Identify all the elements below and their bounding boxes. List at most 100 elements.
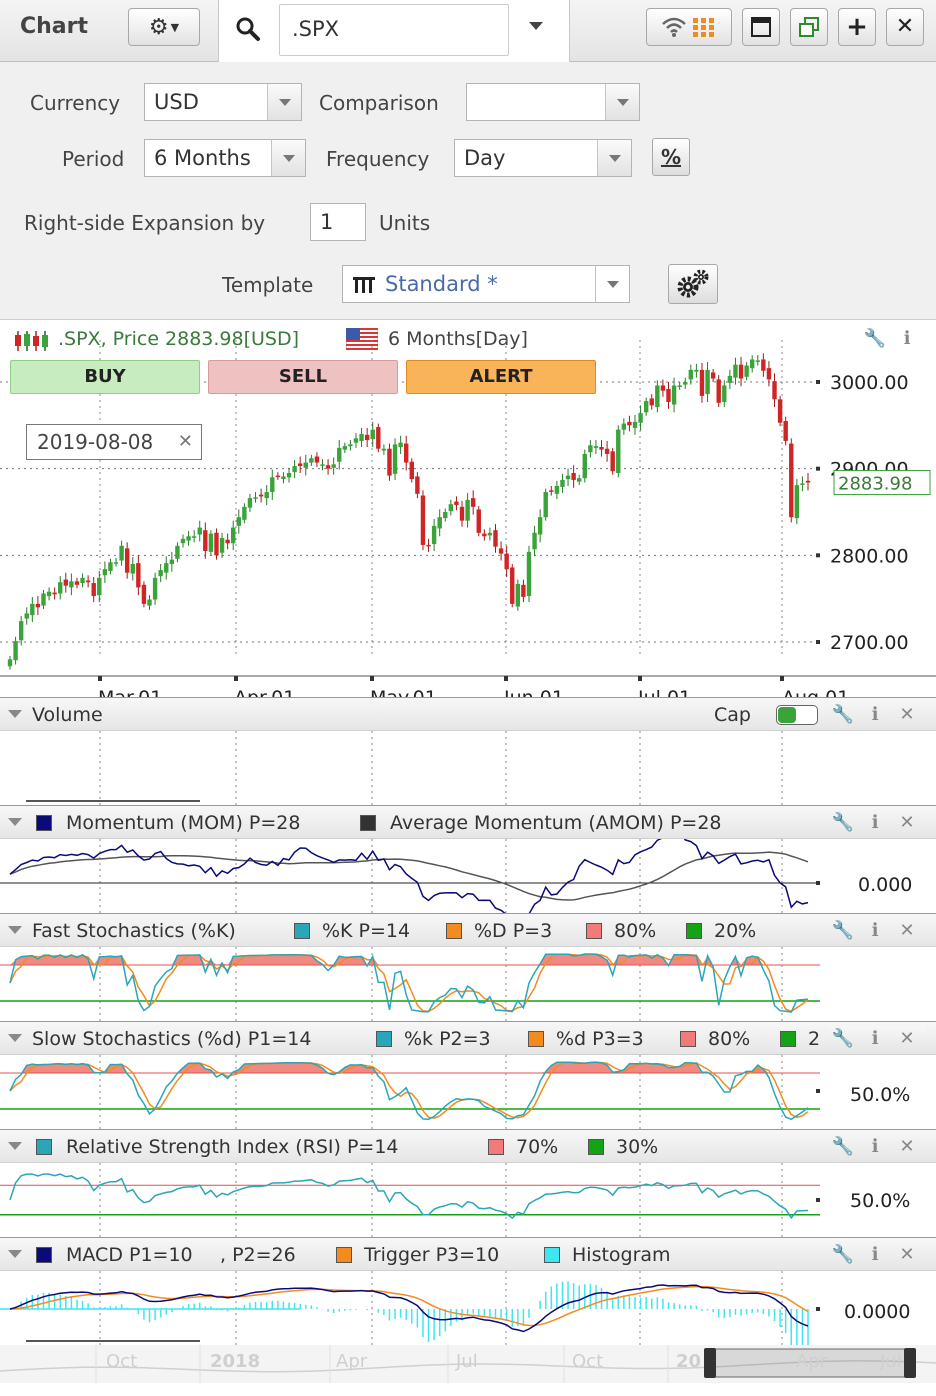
close-icon[interactable]: ✕ — [894, 918, 920, 944]
candle-body — [666, 388, 671, 402]
candle-body — [74, 581, 80, 585]
symbol-dropdown-icon[interactable] — [529, 22, 543, 30]
expansion-input[interactable]: 1 — [310, 203, 366, 241]
candle-body — [766, 368, 772, 380]
wrench-icon[interactable]: 🔧 — [830, 810, 856, 836]
wrench-icon[interactable]: 🔧 — [830, 1134, 856, 1160]
info-icon[interactable]: ℹ — [862, 1134, 888, 1160]
info-icon[interactable]: ℹ — [862, 1242, 888, 1268]
candle-body — [727, 375, 733, 383]
close-icon[interactable]: ✕ — [894, 1026, 920, 1052]
macd-trigger-label: Trigger P3=10 — [364, 1244, 500, 1266]
candle-body — [537, 517, 543, 535]
volume-chart[interactable] — [0, 731, 936, 805]
momentum-chart[interactable] — [0, 839, 936, 913]
collapse-icon[interactable] — [8, 1250, 22, 1258]
candle-body — [683, 382, 688, 385]
chevron-down-icon — [605, 84, 639, 120]
restore-window-button[interactable] — [790, 8, 828, 46]
currency-value: USD — [154, 90, 199, 114]
collapse-icon[interactable] — [8, 710, 22, 718]
navigator-label: Oct — [572, 1351, 603, 1372]
add-window-button[interactable]: + — [838, 8, 876, 46]
macd-chart[interactable] — [0, 1271, 936, 1345]
candle-body — [409, 461, 414, 480]
axis-tick — [816, 1307, 820, 1311]
close-icon[interactable]: ✕ — [178, 425, 193, 459]
candle-body — [610, 451, 615, 472]
info-icon[interactable]: ℹ — [862, 810, 888, 836]
candle-body — [303, 462, 308, 468]
info-icon[interactable]: ℹ — [862, 1026, 888, 1052]
units-label: Units — [379, 211, 431, 235]
period-select[interactable]: 6 Months — [144, 139, 306, 177]
info-icon[interactable]: ℹ — [862, 918, 888, 944]
candle-body — [80, 577, 85, 584]
close-window-button[interactable]: ✕ — [886, 8, 924, 46]
candle-body — [755, 360, 760, 362]
frequency-select[interactable]: Day — [454, 139, 632, 177]
close-icon[interactable]: ✕ — [894, 1242, 920, 1268]
navigator-handle[interactable] — [704, 1348, 716, 1378]
percent-scale-button[interactable]: % — [652, 138, 690, 176]
expansion-label: Right-side Expansion by — [24, 211, 266, 235]
close-icon[interactable]: ✕ — [894, 1134, 920, 1160]
candle-body — [699, 369, 705, 396]
template-bars-icon — [353, 277, 375, 293]
rsi-title: Relative Strength Index (RSI) P=14 — [66, 1136, 399, 1158]
candle-body — [52, 592, 57, 595]
wrench-icon[interactable]: 🔧 — [830, 1026, 856, 1052]
candle-body — [465, 499, 470, 521]
close-icon[interactable]: ✕ — [894, 702, 920, 728]
candle-body — [694, 369, 699, 372]
candle-body — [225, 539, 230, 544]
template-settings-button[interactable] — [668, 264, 718, 304]
currency-select[interactable]: USD — [144, 83, 302, 121]
gears-icon — [677, 269, 709, 298]
template-select[interactable]: Standard * — [342, 265, 630, 303]
price-axis-label: 2800.00 — [830, 545, 909, 567]
candle-body — [325, 465, 331, 469]
rsi-chart[interactable] — [0, 1163, 936, 1237]
collapse-icon[interactable] — [8, 926, 22, 934]
candle-body — [364, 434, 370, 441]
momentum-title: Momentum (MOM) P=28 — [66, 812, 301, 834]
collapse-icon[interactable] — [8, 1142, 22, 1150]
collapse-icon[interactable] — [8, 1034, 22, 1042]
candle-body — [560, 479, 565, 487]
slow-stochastics-chart[interactable] — [0, 1055, 936, 1129]
info-icon[interactable]: ℹ — [862, 702, 888, 728]
expansion-value: 1 — [320, 210, 334, 234]
candle-body — [777, 399, 783, 423]
wrench-icon[interactable]: 🔧 — [830, 1242, 856, 1268]
currency-label: Currency — [30, 91, 121, 115]
close-icon[interactable]: ✕ — [894, 810, 920, 836]
candle-body — [565, 475, 571, 480]
fast-d-label: %D P=3 — [474, 920, 553, 942]
navigator-label: Apr — [336, 1351, 368, 1372]
candle-body — [710, 372, 716, 379]
wrench-icon[interactable]: 🔧 — [830, 702, 856, 728]
fast-k-label: %K P=14 — [322, 920, 411, 942]
alert-button[interactable]: ALERT — [406, 360, 596, 394]
cap-toggle[interactable] — [776, 705, 818, 725]
minimize-window-button[interactable] — [742, 8, 780, 46]
symbol-input[interactable]: .SPX — [279, 4, 509, 56]
title-bar: Chart ⚙ ▼ .SPX + ✕ — [0, 0, 936, 62]
fast-stochastics-chart[interactable] — [0, 947, 936, 1021]
collapse-icon[interactable] — [8, 818, 22, 826]
connection-status-button[interactable] — [646, 8, 732, 46]
search-icon[interactable] — [235, 16, 261, 42]
price-tick — [816, 640, 820, 644]
settings-menu-button[interactable]: ⚙ ▼ — [128, 8, 200, 46]
candle-body — [270, 477, 275, 493]
buy-button[interactable]: BUY — [10, 360, 200, 394]
time-navigator[interactable]: Oct 2018 Apr Jul Oct 20 Apr Jul — [0, 1345, 936, 1383]
search-area: .SPX — [218, 0, 570, 62]
navigator-handle[interactable] — [904, 1348, 916, 1378]
wrench-icon[interactable]: 🔧 — [830, 918, 856, 944]
date-badge[interactable]: 2019-08-08 ✕ — [26, 424, 202, 460]
sell-button[interactable]: SELL — [208, 360, 398, 394]
candle-body — [526, 551, 532, 597]
comparison-select[interactable] — [466, 83, 640, 121]
